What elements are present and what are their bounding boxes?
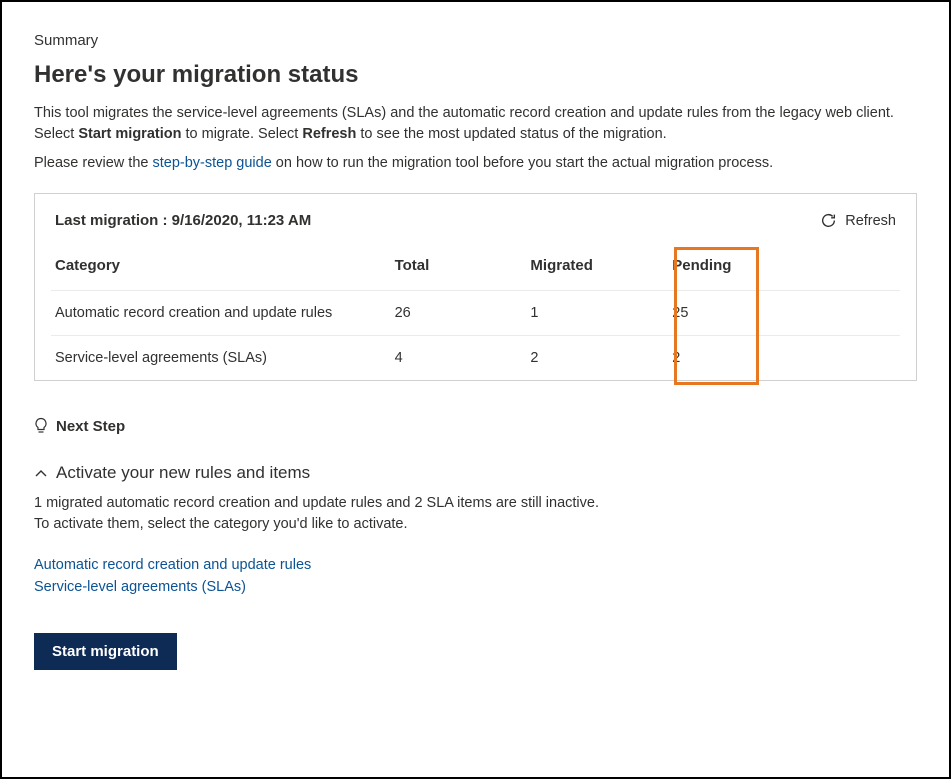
start-migration-button[interactable]: Start migration [34,633,177,670]
activate-section-toggle[interactable]: Activate your new rules and items [34,463,917,483]
review-text-1: Please review the [34,155,152,171]
intro-text-2: to migrate. Select [181,126,302,142]
cell-pending: 2 [662,336,900,381]
category-links: Automatic record creation and update rul… [34,555,917,599]
refresh-button[interactable]: Refresh [820,212,896,229]
page-title: Here's your migration status [34,61,917,89]
next-step-label: Next Step [56,418,125,435]
table-row: Service-level agreements (SLAs) 4 2 2 [51,336,900,381]
intro-paragraph: This tool migrates the service-level agr… [34,103,917,145]
link-automatic-record-creation[interactable]: Automatic record creation and update rul… [34,555,917,577]
status-table-wrap: Category Total Migrated Pending Automati… [51,257,900,380]
intro-text-3: to see the most updated status of the mi… [356,126,666,142]
cell-category: Service-level agreements (SLAs) [51,336,391,381]
summary-label: Summary [34,32,917,49]
status-table: Category Total Migrated Pending Automati… [51,257,900,380]
cell-category: Automatic record creation and update rul… [51,291,391,336]
refresh-icon [820,212,837,229]
cell-total: 4 [391,336,527,381]
intro-bold-2: Refresh [302,126,356,142]
migration-status-panel: Last migration : 9/16/2020, 11:23 AM Ref… [34,193,917,381]
last-migration-label: Last migration : 9/16/2020, 11:23 AM [55,212,311,229]
activate-description: 1 migrated automatic record creation and… [34,493,917,535]
step-by-step-guide-link[interactable]: step-by-step guide [152,155,271,171]
activate-line-2: To activate them, select the category yo… [34,514,917,535]
review-text-2: on how to run the migration tool before … [272,155,773,171]
col-header-total: Total [391,257,527,291]
cell-migrated: 1 [526,291,662,336]
col-header-pending: Pending [662,257,900,291]
cell-migrated: 2 [526,336,662,381]
chevron-up-icon [34,466,48,480]
review-paragraph: Please review the step-by-step guide on … [34,155,917,171]
panel-header: Last migration : 9/16/2020, 11:23 AM Ref… [51,212,900,229]
cell-pending: 25 [662,291,900,336]
intro-bold-1: Start migration [78,126,181,142]
col-header-migrated: Migrated [526,257,662,291]
table-header-row: Category Total Migrated Pending [51,257,900,291]
refresh-label: Refresh [845,213,896,229]
col-header-category: Category [51,257,391,291]
activate-line-1: 1 migrated automatic record creation and… [34,493,917,514]
link-service-level-agreements[interactable]: Service-level agreements (SLAs) [34,577,917,599]
lightbulb-icon [34,417,48,435]
cell-total: 26 [391,291,527,336]
table-row: Automatic record creation and update rul… [51,291,900,336]
next-step-header: Next Step [34,417,917,435]
activate-header-label: Activate your new rules and items [56,463,310,483]
